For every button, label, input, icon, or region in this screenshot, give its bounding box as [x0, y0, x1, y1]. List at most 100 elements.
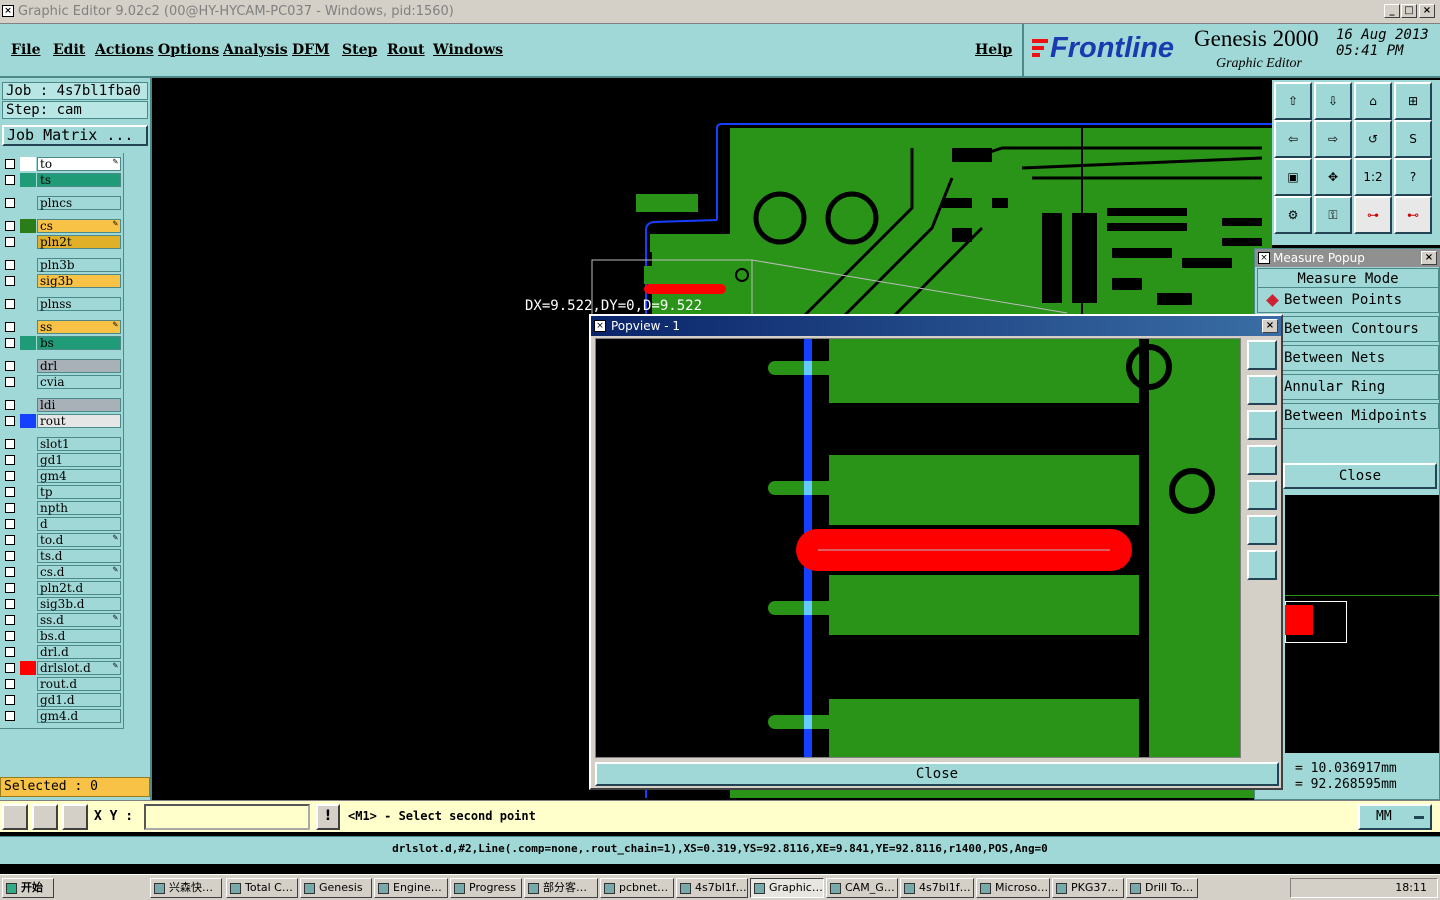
pv-zoom-out-icon[interactable]: [1247, 410, 1277, 440]
option-between-contours[interactable]: Between Contours: [1257, 316, 1439, 342]
layer-row[interactable]: to ✎: [2, 157, 121, 171]
layer-row[interactable]: d: [2, 517, 121, 531]
snap-icon[interactable]: [2, 804, 28, 830]
layer-row[interactable]: gm4: [2, 469, 121, 483]
layer-checkbox[interactable]: [5, 615, 15, 625]
layer-checkbox[interactable]: [5, 276, 15, 286]
taskbar-item[interactable]: Graphic…: [750, 878, 824, 898]
popview-close-button[interactable]: Close: [595, 762, 1279, 786]
taskbar-item[interactable]: 4s7bl1f…: [900, 878, 974, 898]
layer-row[interactable]: plncs: [2, 196, 121, 210]
menu-help[interactable]: Help: [975, 42, 1012, 58]
layer-row[interactable]: drl: [2, 359, 121, 373]
pv-center-icon[interactable]: [1247, 550, 1277, 580]
redraw-icon[interactable]: ↺: [1354, 120, 1392, 158]
zoom-in-icon[interactable]: ⇩: [1314, 82, 1352, 120]
center-icon[interactable]: ✥: [1314, 158, 1352, 196]
menu-file[interactable]: File: [11, 42, 40, 58]
layer-checkbox[interactable]: [5, 299, 15, 309]
fit-icon[interactable]: ▣: [1274, 158, 1312, 196]
measure-icon[interactable]: ⊶: [1354, 196, 1392, 234]
settings-icon[interactable]: ⚙: [1274, 196, 1312, 234]
layer-checkbox[interactable]: [5, 400, 15, 410]
taskbar-item[interactable]: pcbnet…: [600, 878, 674, 898]
menu-edit[interactable]: Edit: [53, 42, 85, 58]
taskbar-item[interactable]: 部分客…: [524, 878, 598, 898]
layer-row[interactable]: plnss: [2, 297, 121, 311]
menu-step[interactable]: Step: [342, 42, 377, 58]
layer-row[interactable]: ss.d ✎: [2, 613, 121, 627]
layer-row[interactable]: npth: [2, 501, 121, 515]
measure-close-button[interactable]: Close: [1283, 463, 1437, 489]
layer-checkbox[interactable]: [5, 338, 15, 348]
layer-row[interactable]: ss ✎: [2, 320, 121, 334]
layer-checkbox[interactable]: [5, 377, 15, 387]
taskbar-item[interactable]: 兴森快…: [150, 878, 222, 898]
pan-right-icon[interactable]: ⇨: [1314, 120, 1352, 158]
layer-checkbox[interactable]: [5, 583, 15, 593]
window-titlebar[interactable]: × Graphic Editor 9.02c2 (00@HY-HYCAM-PC0…: [0, 0, 1440, 24]
layer-row[interactable]: gd1: [2, 453, 121, 467]
layer-row[interactable]: to.d ✎: [2, 533, 121, 547]
layer-row[interactable]: pln3b: [2, 258, 121, 272]
pv-pan-left-icon[interactable]: [1247, 445, 1277, 475]
layer-checkbox[interactable]: [5, 416, 15, 426]
popview-title[interactable]: Popview - 1: [591, 316, 1281, 336]
layer-checkbox[interactable]: [5, 679, 15, 689]
layer-checkbox[interactable]: [5, 487, 15, 497]
layer-row[interactable]: bs.d: [2, 629, 121, 643]
layer-row[interactable]: gd1.d: [2, 693, 121, 707]
taskbar-item[interactable]: Engine…: [374, 878, 448, 898]
maximize-button[interactable]: □: [1401, 4, 1417, 18]
layer-checkbox[interactable]: [5, 631, 15, 641]
option-annular-ring[interactable]: Annular Ring: [1257, 374, 1439, 400]
layer-row[interactable]: sig3b.d: [2, 597, 121, 611]
layer-row[interactable]: gm4.d: [2, 709, 121, 723]
layer-row[interactable]: pln2t.d: [2, 581, 121, 595]
taskbar-item[interactable]: Genesis: [300, 878, 372, 898]
start-button[interactable]: 开始: [2, 878, 54, 898]
menu-analysis[interactable]: Analysis: [223, 42, 288, 58]
pv-zoom-window-icon[interactable]: [1247, 340, 1277, 370]
help-icon[interactable]: ?: [1394, 158, 1432, 196]
layer-checkbox[interactable]: [5, 198, 15, 208]
layer-checkbox[interactable]: [5, 361, 15, 371]
layer-checkbox[interactable]: [5, 599, 15, 609]
layer-row[interactable]: ts: [2, 173, 121, 187]
layer-checkbox[interactable]: [5, 567, 15, 577]
zoom-window-icon[interactable]: ⌂: [1354, 82, 1392, 120]
layer-row[interactable]: cvia: [2, 375, 121, 389]
layer-row[interactable]: tp: [2, 485, 121, 499]
layer-row[interactable]: bs: [2, 336, 121, 350]
layer-checkbox[interactable]: [5, 551, 15, 561]
layer-checkbox[interactable]: [5, 663, 15, 673]
pv-fit-icon[interactable]: [1247, 515, 1277, 545]
layer-row[interactable]: cs ✎: [2, 219, 121, 233]
layer-checkbox[interactable]: [5, 260, 15, 270]
layer-row[interactable]: ts.d: [2, 549, 121, 563]
layer-row[interactable]: drl.d: [2, 645, 121, 659]
pv-pan-right-icon[interactable]: [1247, 480, 1277, 510]
layer-row[interactable]: drlslot.d ✎: [2, 661, 121, 675]
edit-icon[interactable]: [32, 804, 58, 830]
close-window-button[interactable]: ×: [1419, 4, 1435, 18]
scale-icon[interactable]: 1:2: [1354, 158, 1392, 196]
layer-row[interactable]: cs.d ✎: [2, 565, 121, 579]
layer-checkbox[interactable]: [5, 519, 15, 529]
layer-checkbox[interactable]: [5, 535, 15, 545]
layer-checkbox[interactable]: [5, 221, 15, 231]
layer-checkbox[interactable]: [5, 322, 15, 332]
taskbar-item[interactable]: Progress: [450, 878, 522, 898]
layer-checkbox[interactable]: [5, 647, 15, 657]
unit-selector[interactable]: MM: [1358, 804, 1432, 830]
zoom-home-icon[interactable]: ⇧: [1274, 82, 1312, 120]
menu-options[interactable]: Options: [158, 42, 219, 58]
taskbar-item[interactable]: Drill To…: [1126, 878, 1198, 898]
grid-icon[interactable]: [62, 804, 88, 830]
menu-rout[interactable]: Rout: [387, 42, 425, 58]
layer-row[interactable]: sig3b: [2, 274, 121, 288]
layer-checkbox[interactable]: [5, 439, 15, 449]
taskbar-item[interactable]: Microso…: [976, 878, 1050, 898]
menu-dfm[interactable]: DFM: [292, 42, 330, 58]
layer-checkbox[interactable]: [5, 471, 15, 481]
